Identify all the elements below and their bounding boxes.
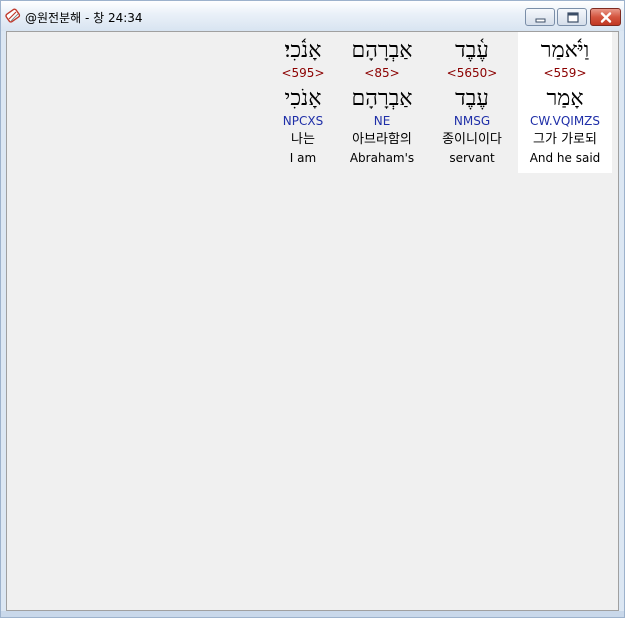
- window-title: @원전분해 - 창 24:34: [25, 11, 143, 25]
- english-gloss: And he said: [529, 151, 601, 165]
- korean-gloss: 아브라함의: [352, 132, 412, 147]
- minimize-button[interactable]: [525, 8, 555, 26]
- app-window: @원전분해 - 창 24:34 וַיֹּ֫אמַר <559> אָמַר C…: [0, 0, 625, 618]
- word-column[interactable]: אַבְרָהָם <85> אַבְרָהָם NE 아브라함의 Abraha…: [339, 32, 425, 173]
- title-bar[interactable]: @원전분해 - 창 24:34: [1, 1, 624, 31]
- korean-gloss: 그가 가로되: [533, 132, 597, 147]
- word-column[interactable]: אָנֹ֫כִי׃ <595> אָנֹכִי NPCXS 나는 I am: [271, 32, 335, 173]
- hebrew-word: אָנֹ֫כִי׃: [284, 38, 322, 63]
- app-logo-icon[interactable]: [5, 8, 21, 24]
- hebrew-lemma: אָמַר: [546, 86, 584, 111]
- interlinear-panel[interactable]: וַיֹּ֫אמַר <559> אָמַר CW.VQIMZS 그가 가로되 …: [6, 31, 619, 611]
- morphology-code: NPCXS: [282, 114, 324, 128]
- maximize-icon: [567, 12, 579, 23]
- minimize-icon: [535, 18, 546, 23]
- hebrew-lemma: עֶבֶד: [455, 86, 489, 111]
- english-gloss: Abraham's: [349, 151, 415, 165]
- english-gloss: I am: [289, 151, 317, 165]
- strong-number[interactable]: <595>: [271, 66, 335, 80]
- korean-gloss: 나는: [291, 132, 315, 147]
- hebrew-word: עֶ֫בֶד: [455, 38, 489, 63]
- word-column[interactable]: עֶ֫בֶד <5650> עֶבֶד NMSG 종이니이다 servant: [430, 32, 514, 173]
- strong-number[interactable]: <5650>: [430, 66, 514, 80]
- hebrew-lemma: אָנֹכִי: [284, 86, 322, 111]
- korean-gloss: 종이니이다: [442, 132, 502, 147]
- strong-number[interactable]: <559>: [518, 66, 612, 80]
- hebrew-word: וַיֹּ֫אמַר: [540, 38, 590, 63]
- close-icon: [600, 12, 612, 23]
- window-bottom-border: [1, 611, 624, 617]
- hebrew-lemma: אַבְרָהָם: [351, 86, 413, 111]
- strong-number[interactable]: <85>: [339, 66, 425, 80]
- morphology-code: NE: [373, 114, 391, 128]
- close-button[interactable]: [590, 8, 621, 26]
- morphology-code: CW.VQIMZS: [529, 114, 601, 128]
- maximize-button[interactable]: [557, 8, 587, 26]
- hebrew-word: אַבְרָהָם: [351, 38, 413, 63]
- morphology-code: NMSG: [453, 114, 491, 128]
- word-column-selected[interactable]: וַיֹּ֫אמַר <559> אָמַר CW.VQIMZS 그가 가로되 …: [518, 32, 612, 173]
- english-gloss: servant: [449, 151, 495, 165]
